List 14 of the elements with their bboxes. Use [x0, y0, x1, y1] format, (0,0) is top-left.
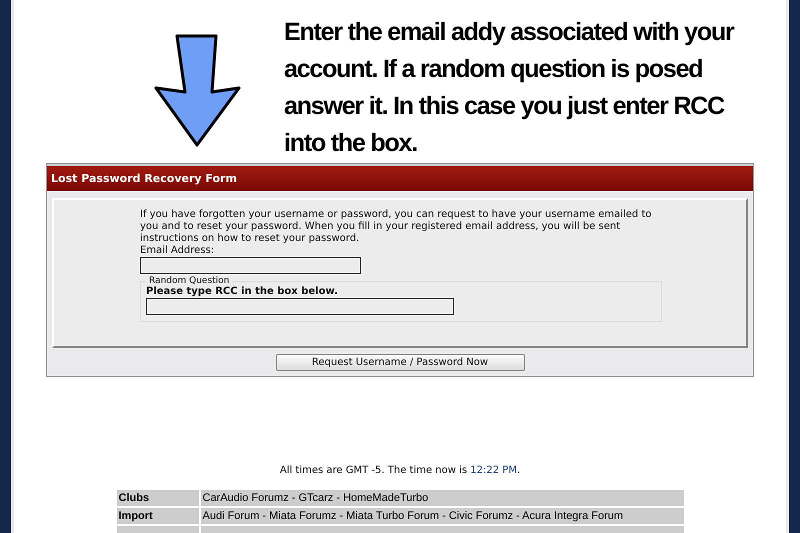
links-cell: Audi Forum - Miata Forumz - Miata Turbo Forum - Civic Forumz - Acura Integra Forum [200, 508, 684, 524]
form-title: Lost Password Recovery Form [47, 164, 753, 191]
email-input-field[interactable] [140, 257, 361, 274]
annotation-text: Enter the email addy associated with your account. If a random question is posed answer it. In this case you just enter RCC into the box. [284, 17, 736, 159]
request-button[interactable]: Request Username / Password Now [276, 354, 524, 371]
category-cell: Clubs [116, 490, 200, 506]
email-label: Email Address: [140, 245, 216, 257]
intro-text: If you have forgotten your username or password, you can request to have your username emailed to you and to reset your password. When you fill in your registered email address, you will be sent instructions on how to reset your password. [140, 209, 652, 245]
time-note: All times are GMT -5. The time now is 12:22 PM. [280, 465, 520, 476]
links-cell: CarAudio Forumz - GTcarz - HomeMadeTurbo [200, 490, 684, 506]
answer-input-field[interactable] [146, 298, 454, 315]
category-cell: Import [116, 508, 200, 524]
question-prompt: Please type RCC in the box below. [146, 286, 339, 298]
question-legend: Random Question [146, 276, 232, 286]
